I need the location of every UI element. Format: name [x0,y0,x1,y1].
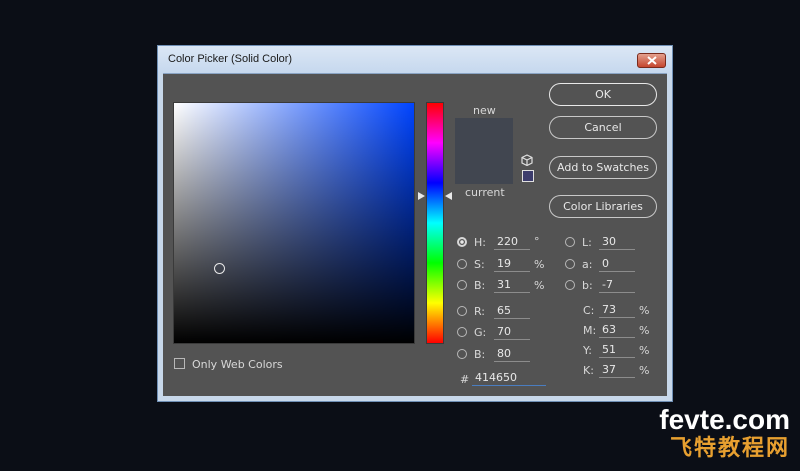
label-s: S: [474,258,485,271]
label-k: K: [583,364,594,377]
color-picker-marker[interactable] [214,263,225,274]
unit-b: % [534,279,545,292]
unit-h: ° [534,235,540,248]
input-k[interactable]: 37 [599,363,635,378]
hue-slider-handle-right[interactable] [445,192,452,200]
window-title: Color Picker (Solid Color) [168,53,293,65]
color-libraries-button[interactable]: Color Libraries [549,195,657,218]
unit-s: % [534,258,545,271]
only-web-colors-label: Only Web Colors [192,358,283,371]
close-icon [646,56,657,65]
color-picker-dialog: Color Picker (Solid Color) new current O… [157,45,673,402]
input-c[interactable]: 73 [599,303,635,318]
radio-blue[interactable] [457,349,467,359]
label-r: R: [474,305,486,318]
websafe-swatch-icon[interactable] [522,170,534,182]
input-rgb-b[interactable]: 80 [494,347,530,362]
add-to-swatches-button[interactable]: Add to Swatches [549,156,657,179]
label-g: G: [474,326,487,339]
label-c: C: [583,304,595,317]
input-y[interactable]: 51 [599,343,635,358]
unit-k: % [639,364,650,377]
watermark-top: fevte.com [659,404,790,435]
hex-input[interactable]: 414650 [472,371,546,386]
input-r[interactable]: 65 [494,304,530,319]
unit-y: % [639,344,650,357]
label-rgb-b: B: [474,348,486,361]
label-m: M: [583,324,597,337]
input-g[interactable]: 70 [494,325,530,340]
radio-red[interactable] [457,306,467,316]
new-color-swatch [455,118,513,151]
radio-lab-b[interactable] [565,280,575,290]
radio-lightness[interactable] [565,237,575,247]
only-web-colors-checkbox[interactable] [174,358,185,369]
frame-bottom [158,396,672,401]
input-lab-b[interactable]: -7 [599,278,635,293]
input-a[interactable]: 0 [599,257,635,272]
radio-saturation[interactable] [457,259,467,269]
input-l[interactable]: 30 [599,235,635,250]
input-b[interactable]: 31 [494,278,530,293]
radio-green[interactable] [457,327,467,337]
label-lab-b: b: [582,279,593,292]
label-h: H: [474,236,486,249]
cancel-button[interactable]: Cancel [549,116,657,139]
color-field[interactable] [173,102,415,344]
cube-icon[interactable] [521,154,533,166]
hex-label: # [460,373,470,386]
frame-left [158,73,163,401]
current-color-swatch[interactable] [455,151,513,184]
label-a: a: [582,258,593,271]
radio-brightness[interactable] [457,280,467,290]
watermark-bottom: 飞特教程网 [669,435,790,460]
unit-m: % [639,324,650,337]
label-b: B: [474,279,486,292]
ok-button[interactable]: OK [549,83,657,106]
radio-hue[interactable] [457,237,467,247]
input-m[interactable]: 63 [599,323,635,338]
label-y: Y: [583,344,592,357]
label-l: L: [582,236,592,249]
watermark: fevte.com 飞特教程网 [659,405,790,461]
hue-slider[interactable] [426,102,444,344]
new-label: new [473,104,496,117]
input-h[interactable]: 220 [494,235,530,250]
title-bar: Color Picker (Solid Color) [158,46,672,74]
input-s[interactable]: 19 [494,257,530,272]
close-button[interactable] [637,53,666,68]
hue-slider-handle-left[interactable] [418,192,425,200]
frame-right [667,73,672,401]
unit-c: % [639,304,650,317]
current-label: current [465,186,505,199]
radio-lab-a[interactable] [565,259,575,269]
